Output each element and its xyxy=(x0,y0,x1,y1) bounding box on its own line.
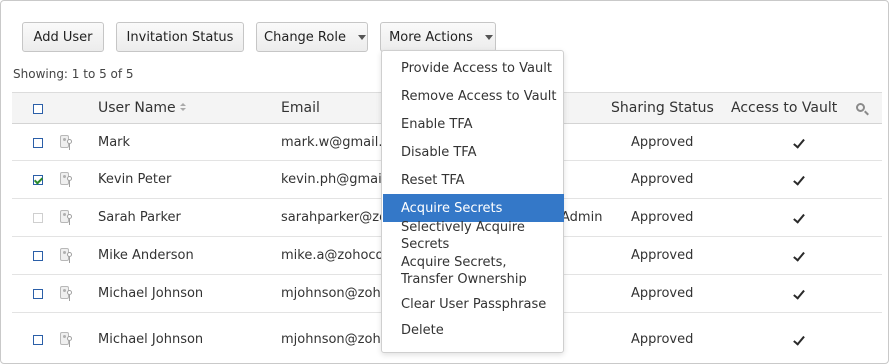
menu-item[interactable]: Disable TFA xyxy=(383,138,564,166)
email-cell: mjohnson@zohocorp.com xyxy=(281,332,391,347)
role-cell: Admin xyxy=(561,210,603,225)
more-actions-dropdown: Provide Access to Vault Remove Access to … xyxy=(381,50,564,353)
user-key-icon xyxy=(59,285,73,301)
pagination-summary: Showing: 1 to 5 of 5 xyxy=(13,67,134,81)
search-icon[interactable] xyxy=(856,103,865,112)
menu-item[interactable]: Enable TFA xyxy=(383,110,564,138)
checkmark-icon xyxy=(793,140,805,148)
change-role-button[interactable]: Change Role xyxy=(256,22,368,52)
caret-down-icon xyxy=(357,34,366,40)
menu-item[interactable]: Clear User Passphrase xyxy=(383,292,564,316)
menu-item[interactable]: Provide Access to Vault xyxy=(383,54,564,82)
checkmark-icon xyxy=(793,337,805,345)
sort-icon[interactable] xyxy=(179,103,186,113)
menu-item-label: Clear User Passphrase xyxy=(401,296,547,312)
menu-item-label: Remove Access to Vault xyxy=(401,88,557,104)
sharing-status-cell: Approved xyxy=(631,286,694,301)
user-key-icon xyxy=(59,171,73,187)
select-all-checkbox[interactable] xyxy=(33,104,43,114)
menu-item[interactable]: Delete xyxy=(383,316,564,344)
row-checkbox[interactable] xyxy=(33,175,43,185)
menu-item[interactable]: Acquire Secrets, Transfer Ownership xyxy=(383,250,564,292)
change-role-label: Change Role xyxy=(264,29,346,45)
email-cell: mark.w@gmail.com xyxy=(281,135,391,150)
user-name-cell: Kevin Peter xyxy=(98,172,172,187)
row-checkbox[interactable] xyxy=(33,251,43,261)
menu-item-label: Reset TFA xyxy=(401,172,465,188)
user-name-cell: Mark xyxy=(98,135,131,150)
checkmark-icon xyxy=(793,291,805,299)
user-name-cell: Michael Johnson xyxy=(98,286,204,301)
checkmark-icon xyxy=(793,253,805,261)
user-name-cell: Michael Johnson xyxy=(98,332,204,347)
column-header-sharing-status[interactable]: Sharing Status xyxy=(611,93,714,124)
menu-item-label: Disable TFA xyxy=(401,144,477,160)
menu-item-label: Acquire Secrets xyxy=(401,200,503,216)
menu-item-label: Selectively Acquire Secrets xyxy=(401,220,525,252)
row-checkbox[interactable] xyxy=(33,138,43,148)
column-header-access-to-vault[interactable]: Access to Vault xyxy=(731,93,837,124)
email-cell: mike.a@zohocorp.com xyxy=(281,248,391,263)
menu-item-label: Provide Access to Vault xyxy=(401,60,552,76)
menu-item-label: Acquire Secrets, Transfer Ownership xyxy=(401,255,527,287)
more-actions-label: More Actions xyxy=(389,29,473,45)
email-cell: mjohnson@zohocorp.com xyxy=(281,286,391,301)
checkmark-icon xyxy=(793,177,805,185)
add-user-label: Add User xyxy=(33,29,93,45)
menu-item-label: Enable TFA xyxy=(401,116,473,132)
caret-down-icon xyxy=(484,34,493,40)
user-name-header-label: User Name xyxy=(98,100,176,116)
menu-item[interactable]: Acquire Secrets xyxy=(383,194,564,222)
user-name-cell: Mike Anderson xyxy=(98,248,194,263)
invitation-status-label: Invitation Status xyxy=(126,29,234,45)
invitation-status-button[interactable]: Invitation Status xyxy=(116,22,244,52)
sharing-status-cell: Approved xyxy=(631,172,694,187)
sharing-status-cell: Approved xyxy=(631,332,694,347)
menu-item[interactable]: Selectively Acquire Secrets xyxy=(383,220,564,252)
checkmark-icon xyxy=(793,215,805,223)
user-key-icon xyxy=(59,134,73,150)
menu-item-label: Delete xyxy=(401,322,444,338)
column-header-user-name[interactable]: User Name xyxy=(98,93,186,124)
column-header-email[interactable]: Email xyxy=(281,93,320,124)
user-name-cell: Sarah Parker xyxy=(98,210,181,225)
row-checkbox[interactable] xyxy=(33,289,43,299)
user-key-icon xyxy=(59,247,73,263)
add-user-button[interactable]: Add User xyxy=(22,22,104,52)
row-checkbox[interactable] xyxy=(33,335,43,345)
user-key-icon xyxy=(59,209,73,225)
user-management-panel: Add User Invitation Status Change Role M… xyxy=(0,0,889,364)
row-checkbox xyxy=(33,213,43,223)
email-cell: kevin.ph@gmail.com xyxy=(281,172,391,187)
menu-item[interactable]: Reset TFA xyxy=(383,166,564,194)
menu-item[interactable]: Remove Access to Vault xyxy=(383,82,564,110)
sharing-status-cell: Approved xyxy=(631,210,694,225)
sharing-status-cell: Approved xyxy=(631,135,694,150)
sharing-status-cell: Approved xyxy=(631,248,694,263)
email-cell: sarahparker@zohocorp.com xyxy=(281,210,391,225)
user-key-icon xyxy=(59,331,73,347)
more-actions-button[interactable]: More Actions xyxy=(380,22,496,52)
